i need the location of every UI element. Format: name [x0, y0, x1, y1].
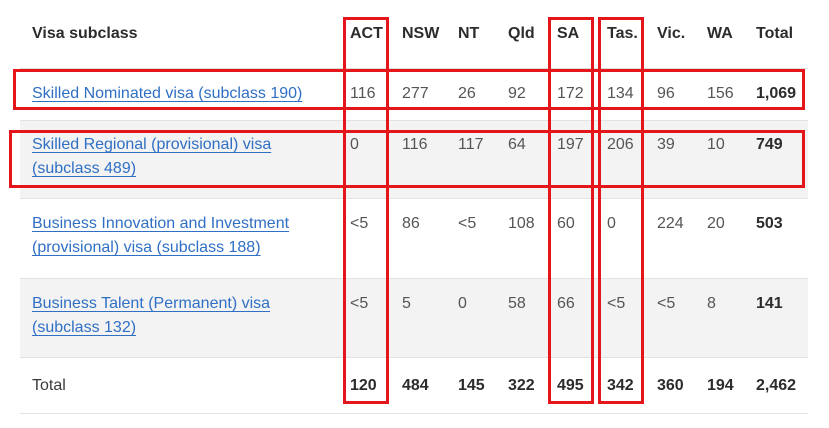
header-qld: Qld — [508, 25, 535, 42]
cell-act: 116 — [350, 85, 376, 102]
total-nt: 145 — [458, 377, 485, 394]
total-label: Total — [32, 377, 66, 394]
total-grand: 2,462 — [756, 377, 797, 394]
total-qld: 322 — [508, 377, 535, 394]
header-visa-subclass: Visa subclass — [32, 25, 138, 42]
total-wa: 194 — [707, 377, 734, 394]
visa-link-188[interactable]: Business Innovation and Investment (prov… — [32, 212, 322, 260]
cell-sa: 66 — [557, 295, 575, 312]
table-row: Business Innovation and Investment (prov… — [20, 199, 808, 279]
cell-wa: 8 — [707, 295, 716, 312]
table-total-row: Total 120 484 145 322 495 342 360 194 2,… — [20, 358, 808, 414]
cell-tas: 134 — [607, 85, 634, 102]
table-row: Skilled Nominated visa (subclass 190) 11… — [20, 69, 808, 121]
cell-nt: 0 — [458, 295, 467, 312]
visa-link-489[interactable]: Skilled Regional (provisional) visa (sub… — [32, 133, 322, 181]
cell-act: 0 — [350, 136, 359, 153]
header-nt: NT — [458, 25, 480, 42]
cell-act: <5 — [350, 295, 369, 312]
cell-vic: <5 — [657, 295, 676, 312]
cell-qld: 92 — [508, 85, 526, 102]
total-vic: 360 — [657, 377, 684, 394]
cell-vic: 96 — [657, 85, 675, 102]
table-row: Business Talent (Permanent) visa (subcla… — [20, 279, 808, 358]
total-act: 120 — [350, 377, 377, 394]
cell-vic: 224 — [657, 215, 684, 232]
total-sa: 495 — [557, 377, 584, 394]
cell-total: 1,069 — [756, 85, 797, 102]
cell-sa: 60 — [557, 215, 575, 232]
total-nsw: 484 — [402, 377, 429, 394]
cell-sa: 197 — [557, 136, 584, 153]
cell-total: 503 — [756, 215, 783, 232]
header-wa: WA — [707, 25, 733, 42]
cell-tas: 206 — [607, 136, 634, 153]
visa-link-132[interactable]: Business Talent (Permanent) visa (subcla… — [32, 292, 322, 340]
cell-qld: 64 — [508, 136, 526, 153]
cell-wa: 156 — [707, 85, 734, 102]
cell-nsw: 86 — [402, 215, 420, 232]
header-nsw: NSW — [402, 25, 440, 42]
header-sa: SA — [557, 25, 580, 42]
cell-wa: 10 — [707, 136, 725, 153]
header-tas: Tas. — [607, 25, 638, 42]
cell-nt: 117 — [458, 136, 484, 153]
cell-qld: 108 — [508, 215, 535, 232]
cell-nsw: 277 — [402, 85, 429, 102]
header-act: ACT — [350, 25, 383, 42]
cell-nt: <5 — [458, 215, 477, 232]
header-total: Total — [756, 25, 794, 42]
cell-wa: 20 — [707, 215, 725, 232]
cell-nsw: 116 — [402, 136, 428, 153]
table-header-row: Visa subclass ACT NSW NT Qld SA Tas. Vic… — [20, 0, 808, 69]
cell-total: 749 — [756, 136, 783, 153]
cell-tas: <5 — [607, 295, 626, 312]
cell-nsw: 5 — [402, 295, 411, 312]
cell-vic: 39 — [657, 136, 675, 153]
cell-total: 141 — [756, 295, 783, 312]
cell-qld: 58 — [508, 295, 526, 312]
visa-table: Visa subclass ACT NSW NT Qld SA Tas. Vic… — [20, 0, 808, 414]
cell-sa: 172 — [557, 85, 584, 102]
total-tas: 342 — [607, 377, 634, 394]
cell-tas: 0 — [607, 215, 616, 232]
header-vic: Vic. — [657, 25, 686, 42]
cell-act: <5 — [350, 215, 369, 232]
table-row: Skilled Regional (provisional) visa (sub… — [20, 121, 808, 199]
visa-link-190[interactable]: Skilled Nominated visa (subclass 190) — [32, 82, 322, 106]
cell-nt: 26 — [458, 85, 476, 102]
